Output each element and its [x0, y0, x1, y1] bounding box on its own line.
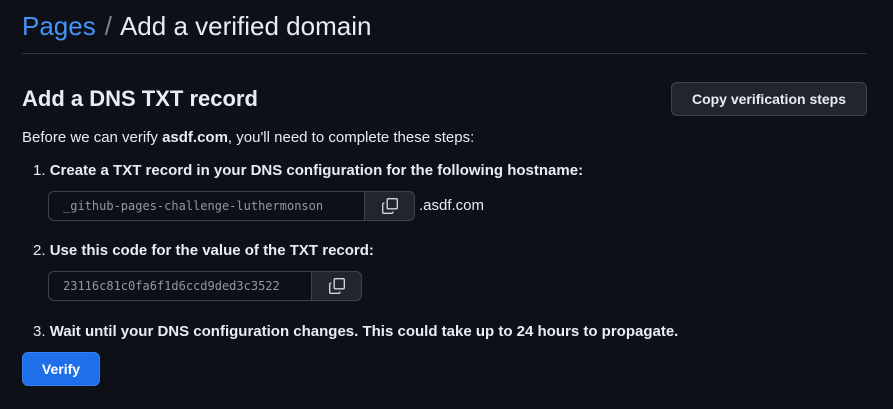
page-header: Pages / Add a verified domain [22, 8, 867, 54]
step-2-number: 2. [33, 242, 46, 259]
intro-after: , you'll need to complete these steps: [227, 129, 475, 146]
step-1-text: Create a TXT record in your DNS configur… [49, 162, 584, 179]
breadcrumb-separator: / [104, 11, 112, 41]
copy-icon [381, 197, 399, 215]
copy-txt-value-button[interactable] [312, 271, 362, 301]
intro-domain: asdf.com [162, 129, 228, 146]
step-1-number: 1. [33, 162, 46, 179]
page-title: Add a verified domain [119, 11, 372, 41]
intro-text: Before we can verify asdf.com, you'll ne… [22, 128, 474, 148]
verify-button[interactable]: Verify [22, 352, 100, 386]
intro-before: Before we can verify [22, 129, 163, 146]
step-3-text: Wait until your DNS configuration change… [49, 323, 679, 340]
copy-hostname-button[interactable] [365, 191, 415, 221]
step-2-text: Use this code for the value of the TXT r… [49, 242, 374, 259]
txt-value-field[interactable] [48, 271, 312, 301]
hostname-suffix: .asdf.com [419, 197, 485, 214]
breadcrumb-pages-link[interactable]: Pages [22, 11, 96, 41]
txt-value-field-group [48, 271, 362, 301]
hostname-field[interactable] [48, 191, 365, 221]
copy-verification-steps-button[interactable]: Copy verification steps [671, 82, 867, 116]
step-1-label: 1. Create a TXT record in your DNS confi… [33, 161, 583, 181]
copy-icon [328, 277, 346, 295]
hostname-field-group [48, 191, 415, 221]
section-title: Add a DNS TXT record [22, 86, 258, 111]
page: Pages / Add a verified domain Add a DNS TX… [0, 0, 893, 409]
step-2-label: 2. Use this code for the value of the TX… [33, 241, 374, 261]
step-3-label: 3. Wait until your DNS configuration cha… [33, 322, 678, 342]
step-3-number: 3. [33, 323, 46, 340]
